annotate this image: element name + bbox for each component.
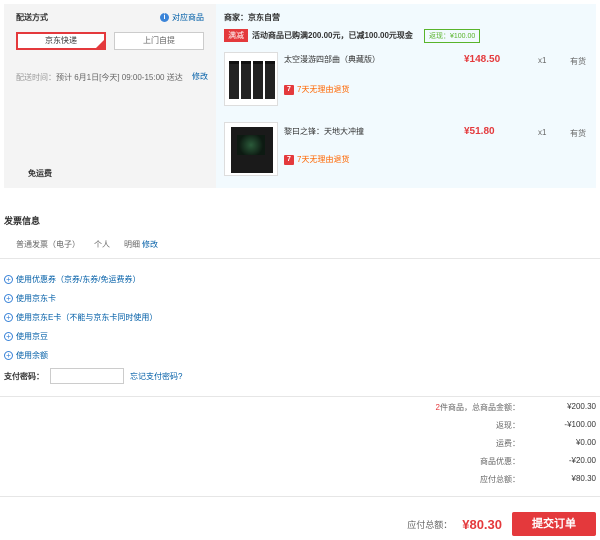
product-name-link[interactable]: 黎曰之锋：天地大冲撞 <box>284 126 364 137</box>
seller-name: 商家：京东自营 <box>224 13 280 22</box>
use-e-card-toggle[interactable]: + 使用京东E卡（不能与京东卡同时使用） <box>4 312 157 323</box>
summary-value: ¥200.30 <box>567 402 596 411</box>
summary-label: 返现： <box>496 421 520 430</box>
summary-row: 应付总额： ¥80.30 <box>400 474 596 485</box>
free-shipping-label: 免运费 <box>28 169 52 178</box>
shipping-options-panel: 配送方式 i 对应商品 京东快递 上门自提 配送时间：预计 6月1日[今天] 0… <box>4 4 212 188</box>
return-policy: 7 7天无理由退货 <box>284 84 349 95</box>
promo-text: 活动商品已购满200.00元，已减100.00元现金 <box>252 31 413 40</box>
divider <box>0 496 600 497</box>
item-count-suffix: 件商品，总商品金额： <box>440 403 520 412</box>
product-stock: 有货 <box>570 57 586 66</box>
gift-items-link[interactable]: i 对应商品 <box>160 12 204 23</box>
delivery-time-value: 预计 6月1日[今天] 09:00-15:00 送达 <box>56 73 183 82</box>
promo-row: 满减 活动商品已购满200.00元，已减100.00元现金 <box>224 29 413 42</box>
summary-row: 返现： -¥100.00 <box>400 420 596 431</box>
plus-icon: + <box>4 351 13 360</box>
delivery-time-label: 配送时间： <box>16 73 56 82</box>
submit-order-button[interactable]: 提交订单 <box>512 512 596 536</box>
product-stock: 有货 <box>570 129 586 138</box>
return-policy-label: 7天无理由退货 <box>297 155 350 164</box>
shipping-section: 配送方式 i 对应商品 京东快递 上门自提 配送时间：预计 6月1日[今天] 0… <box>4 4 596 188</box>
selected-check-icon <box>96 40 104 48</box>
summary-row: 商品优惠： -¥20.00 <box>400 456 596 467</box>
total-label: 应付总额： <box>407 519 453 530</box>
option-self-pickup[interactable]: 上门自提 <box>114 32 204 50</box>
plus-icon: + <box>4 275 13 284</box>
return-icon: 7 <box>284 84 294 95</box>
use-jd-beans-toggle[interactable]: + 使用京豆 <box>4 331 48 342</box>
product-thumbnail[interactable] <box>224 122 278 176</box>
summary-label: 商品优惠： <box>480 457 520 466</box>
invoice-holder: 个人 <box>94 240 110 249</box>
product-price: ¥148.50 <box>464 54 501 65</box>
summary-label: 2件商品，总商品金额： <box>400 402 520 413</box>
summary-label: 运费： <box>496 439 520 448</box>
invoice-details: 普通发票（电子） 个人 明细 修改 <box>16 239 158 250</box>
delivery-time: 配送时间：预计 6月1日[今天] 09:00-15:00 送达 <box>16 72 183 83</box>
product-qty: x1 <box>538 128 547 137</box>
product-thumbnail[interactable] <box>224 52 278 106</box>
promo-tag: 满减 <box>224 29 248 42</box>
use-coupon-toggle[interactable]: + 使用优惠券（京券/东券/免运费券） <box>4 274 140 285</box>
option-jd-express-label: 京东快递 <box>45 36 77 45</box>
book-set-image <box>229 61 275 99</box>
summary-value: ¥0.00 <box>575 438 596 447</box>
payment-password-row: 支付密码： 忘记支付密码? <box>4 368 182 384</box>
return-icon: 7 <box>284 154 294 165</box>
option-jd-express[interactable]: 京东快递 <box>16 32 106 50</box>
edit-invoice-link[interactable]: 修改 <box>142 239 158 250</box>
invoice-title: 发票信息 <box>4 216 41 226</box>
invoice-type: 普通发票（电子） <box>16 240 80 249</box>
return-policy-label: 7天无理由退货 <box>297 85 350 94</box>
use-coupon-label: 使用优惠券（京券/东券/免运费券） <box>16 275 141 284</box>
use-balance-label: 使用余额 <box>16 351 48 360</box>
use-e-card-label: 使用京东E卡（不能与京东卡同时使用） <box>16 313 158 322</box>
use-balance-toggle[interactable]: + 使用余额 <box>4 350 48 361</box>
rebate-badge: 返现：¥100.00 <box>424 29 481 43</box>
total-bar: 应付总额： ¥80.30 提交订单 <box>407 512 596 536</box>
option-self-pickup-label: 上门自提 <box>143 36 175 45</box>
return-policy: 7 7天无理由退货 <box>284 154 349 165</box>
use-jd-card-toggle[interactable]: + 使用京东卡 <box>4 293 56 304</box>
book-cover-image <box>231 127 273 173</box>
edit-delivery-time-link[interactable]: 修改 <box>192 71 208 82</box>
divider <box>0 396 600 397</box>
summary-goods-total: 2件商品，总商品金额： ¥200.30 <box>400 402 596 413</box>
payment-password-label: 支付密码： <box>4 371 44 381</box>
summary-label: 应付总额： <box>480 475 520 484</box>
payment-password-input[interactable] <box>50 368 124 384</box>
plus-icon: + <box>4 332 13 341</box>
summary-value: -¥100.00 <box>564 420 596 429</box>
shipping-title: 配送方式 <box>16 13 48 22</box>
summary-value: -¥20.00 <box>568 456 596 465</box>
summary-row: 运费： ¥0.00 <box>400 438 596 449</box>
order-items-panel: 商家：京东自营 满减 活动商品已购满200.00元，已减100.00元现金 返现… <box>216 4 596 188</box>
product-name-link[interactable]: 太空漫游四部曲（典藏版） <box>284 54 380 65</box>
summary-value: ¥80.30 <box>571 474 596 483</box>
product-qty: x1 <box>538 56 547 65</box>
divider <box>0 258 600 259</box>
invoice-content: 明细 <box>124 240 140 249</box>
plus-icon: + <box>4 313 13 322</box>
forgot-password-link[interactable]: 忘记支付密码? <box>130 371 182 382</box>
use-jd-card-label: 使用京东卡 <box>16 294 56 303</box>
gift-items-label: 对应商品 <box>172 13 204 22</box>
use-jd-beans-label: 使用京豆 <box>16 332 48 341</box>
product-price: ¥51.80 <box>464 126 495 137</box>
info-icon: i <box>160 13 169 22</box>
total-amount: ¥80.30 <box>462 516 502 532</box>
plus-icon: + <box>4 294 13 303</box>
